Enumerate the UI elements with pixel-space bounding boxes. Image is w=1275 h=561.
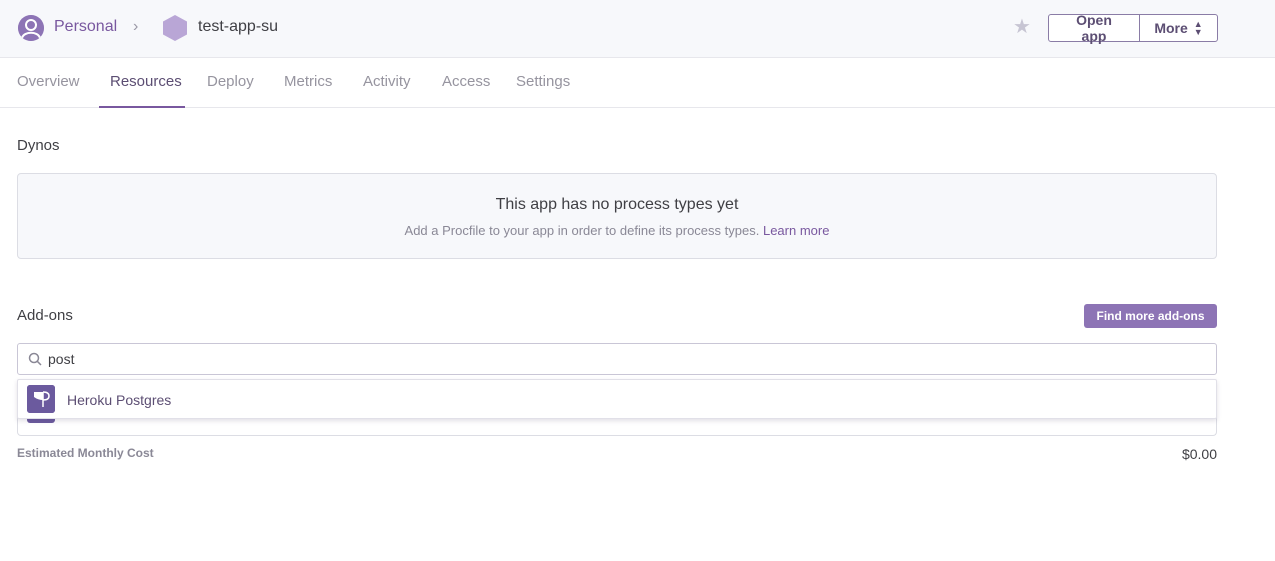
tab-resources[interactable]: Resources	[110, 73, 182, 90]
header-actions: Open app More ▲ ▼	[1048, 12, 1218, 44]
app-name[interactable]: test-app-su	[198, 18, 278, 36]
more-label: More	[1154, 20, 1188, 36]
heroku-postgres-icon	[27, 385, 55, 413]
addon-search-input[interactable]	[48, 344, 1208, 374]
estimated-cost-label: Estimated Monthly Cost	[17, 446, 154, 460]
find-more-addons-button[interactable]: Find more add-ons	[1084, 304, 1217, 328]
estimated-cost-value: $0.00	[1181, 446, 1217, 462]
addon-search-box[interactable]	[17, 343, 1217, 375]
sort-chevrons-icon: ▲ ▼	[1193, 19, 1203, 37]
app-header: Personal › test-app-su ★ Open app More ▲…	[0, 0, 1275, 58]
dynos-empty-text-line: Add a Procfile to your app in order to d…	[18, 223, 1216, 238]
tab-overview[interactable]: Overview	[17, 73, 80, 90]
addons-title: Add-ons	[17, 307, 73, 324]
app-hexagon-icon	[163, 15, 187, 41]
tab-metrics[interactable]: Metrics	[284, 73, 332, 90]
favorite-star-icon[interactable]: ★	[1013, 15, 1031, 39]
tab-deploy[interactable]: Deploy	[207, 73, 254, 90]
learn-more-link[interactable]: Learn more	[763, 223, 829, 238]
user-avatar-icon[interactable]	[18, 15, 44, 41]
more-button[interactable]: More ▲ ▼	[1140, 15, 1217, 41]
open-app-button[interactable]: Open app	[1049, 12, 1140, 44]
active-tab-indicator	[99, 106, 185, 108]
dynos-empty-text: Add a Procfile to your app in order to d…	[404, 223, 760, 238]
tab-settings[interactable]: Settings	[516, 73, 570, 90]
chevron-right-icon: ›	[133, 18, 139, 35]
app-tabs: Overview Resources Deploy Metrics Activi…	[0, 58, 1275, 108]
search-icon	[28, 352, 42, 366]
suggestion-heroku-postgres[interactable]: Heroku Postgres	[67, 392, 171, 408]
dynos-empty-heading: This app has no process types yet	[495, 196, 739, 213]
dynos-empty-state: This app has no process types yet Add a …	[17, 173, 1217, 259]
addon-suggestions-dropdown: Heroku Postgres	[17, 379, 1217, 419]
tab-activity[interactable]: Activity	[363, 73, 411, 90]
breadcrumb-personal[interactable]: Personal	[54, 18, 117, 36]
dynos-title: Dynos	[17, 137, 60, 154]
tab-access[interactable]: Access	[442, 73, 490, 90]
